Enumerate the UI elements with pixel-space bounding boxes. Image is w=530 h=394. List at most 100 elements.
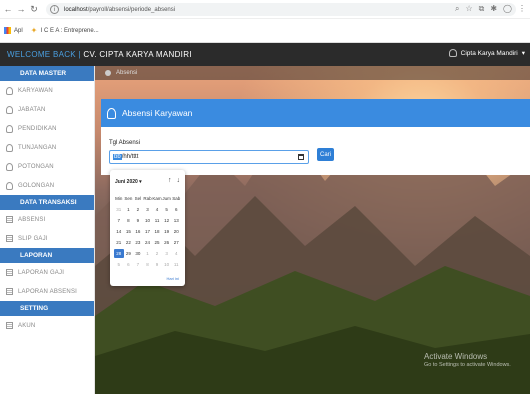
calendar-day[interactable]: 12 [162,216,172,225]
home-icon[interactable] [105,70,111,76]
sidebar-item-karyawan[interactable]: KARYAWAN [0,81,94,100]
weekday-header: Sel [134,196,142,201]
calendar-day[interactable]: 7 [114,216,124,225]
calendar-day[interactable]: 2 [152,249,162,258]
calendar-day[interactable]: 24 [143,238,153,247]
forward-icon[interactable]: → [16,3,26,15]
date-input[interactable]: bb/hh/tttt [109,150,309,164]
calendar-day[interactable]: 10 [162,260,172,269]
calendar-day[interactable]: 5 [114,260,124,269]
sidebar-item-akun[interactable]: AKUN [0,316,94,335]
calendar-day[interactable]: 13 [171,216,181,225]
user-menu[interactable]: Cipta Karya Mandiri ▾ [448,49,525,57]
bookmark-apps[interactable]: Apl [4,27,23,34]
month-selector[interactable]: Juni 2020 ▾ [115,179,142,185]
calendar-day[interactable]: 1 [143,249,153,258]
calendar-day[interactable]: 2 [133,205,143,214]
calendar-day[interactable]: 21 [114,238,124,247]
info-icon[interactable]: i [50,5,59,14]
zoom-icon[interactable]: ⌕ [455,4,459,14]
sidebar-item-slip-gaji[interactable]: SLIP GAJI [0,229,94,248]
back-icon[interactable]: ← [3,3,13,15]
calendar-day[interactable]: 17 [143,227,153,236]
calendar-day[interactable]: 16 [133,227,143,236]
puzzle-icon[interactable]: ✱ [490,4,497,14]
calendar-day[interactable]: 19 [162,227,172,236]
sidebar-item-absensi[interactable]: ABSENSI [0,210,94,229]
calendar-icon[interactable] [298,154,304,160]
calendar-day[interactable]: 1 [124,205,134,214]
calendar-day[interactable]: 23 [133,238,143,247]
calendar-day[interactable]: 7 [133,260,143,269]
sidebar-item-jabatan[interactable]: JABATAN [0,100,94,119]
calendar-day[interactable]: 4 [171,249,181,258]
calendar-day[interactable]: 30 [133,249,143,258]
calendar-day[interactable]: 3 [143,205,153,214]
extension-icon[interactable]: ⧉ [479,4,485,14]
sidebar-item-pendidikan[interactable]: PENDIDIKAN [0,119,94,138]
welcome-text: WELCOME BACK | CV. CIPTA KARYA MANDIRI [7,50,192,59]
sidebar-item-label: TUNJANGAN [18,144,57,151]
today-button[interactable]: Hari ini [167,276,179,281]
calendar-day[interactable]: 20 [171,227,181,236]
address-bar[interactable]: i localhost/payroll/absensi/periode_abse… [46,3,516,16]
calendar-day[interactable]: 18 [152,227,162,236]
calendar-day[interactable]: 8 [124,216,134,225]
reload-icon[interactable]: ↻ [29,3,39,15]
weekday-header: Min [115,196,123,201]
sidebar-item-laporan-gaji[interactable]: LAPORAN GAJI [0,263,94,282]
date-rest-segment[interactable]: /hh/tttt [122,154,139,160]
calendar-day[interactable]: 26 [162,238,172,247]
calendar-day[interactable]: 9 [133,216,143,225]
calendar-day[interactable]: 22 [124,238,134,247]
user-icon [6,162,13,171]
calendar-day[interactable]: 3 [162,249,172,258]
calendar-day[interactable]: 6 [124,260,134,269]
date-month-segment[interactable]: bb [113,154,122,160]
sidebar-item-label: LAPORAN ABSENSI [18,288,78,295]
calendar-day[interactable]: 11 [171,260,181,269]
calendar-day[interactable]: 27 [171,238,181,247]
sidebar-item-label: GOLONGAN [18,182,55,189]
calendar-grid: Min Sen Sel Rab Kam Jum Sab 31 1 2 3 4 5 6 7 8 9 10 11 12 13… [114,194,181,269]
sidebar-item-label: JABATAN [18,106,46,113]
url-host: localhost [64,6,88,13]
calendar-day[interactable]: 28 [114,249,124,258]
calendar-day[interactable]: 29 [124,249,134,258]
calendar-day[interactable]: 4 [152,205,162,214]
calendar-day[interactable]: 25 [152,238,162,247]
section-laporan: LAPORAN [0,248,94,263]
table-icon [6,269,13,276]
bookmark-icea[interactable]: ✦ I C E A : Entreprene... [31,27,99,35]
profile-icon[interactable]: ◯ [503,4,512,14]
welcome-label: WELCOME BACK | [7,50,81,59]
sidebar-item-golongan[interactable]: GOLONGAN [0,176,94,195]
breadcrumb-item[interactable]: Absensi [116,70,137,76]
arrow-up-icon[interactable]: ↑ [168,177,172,184]
sidebar-item-potongan[interactable]: POTONGAN [0,157,94,176]
bookmark-label: I C E A : Entreprene... [40,27,99,34]
user-icon [6,143,13,152]
user-name: Cipta Karya Mandiri [460,49,518,57]
calendar-day[interactable]: 14 [114,227,124,236]
sidebar-item-laporan-absensi[interactable]: LAPORAN ABSENSI [0,282,94,301]
calendar-day[interactable]: 11 [152,216,162,225]
bookmark-star-icon[interactable]: ☆ [465,4,472,14]
sidebar-item-tunjangan[interactable]: TUNJANGAN [0,138,94,157]
panel-header: Absensi Karyawan [101,99,530,127]
user-icon [6,124,13,133]
calendar-day[interactable]: 8 [143,260,153,269]
calendar-day[interactable]: 6 [171,205,181,214]
calendar-day[interactable]: 15 [124,227,134,236]
menu-icon[interactable]: ⋮ [518,4,526,14]
search-button[interactable]: Cari [317,148,334,161]
arrow-down-icon[interactable]: ↓ [177,177,181,184]
user-icon [6,86,13,95]
sidebar: DATA MASTER KARYAWAN JABATAN PENDIDIKAN … [0,66,95,394]
url-path: /payroll/absensi/periode_absensi [87,6,176,13]
month-nav: ↑ ↓ [168,177,180,184]
calendar-day[interactable]: 5 [162,205,172,214]
calendar-day[interactable]: 10 [143,216,153,225]
calendar-day[interactable]: 31 [114,205,124,214]
calendar-day[interactable]: 9 [152,260,162,269]
